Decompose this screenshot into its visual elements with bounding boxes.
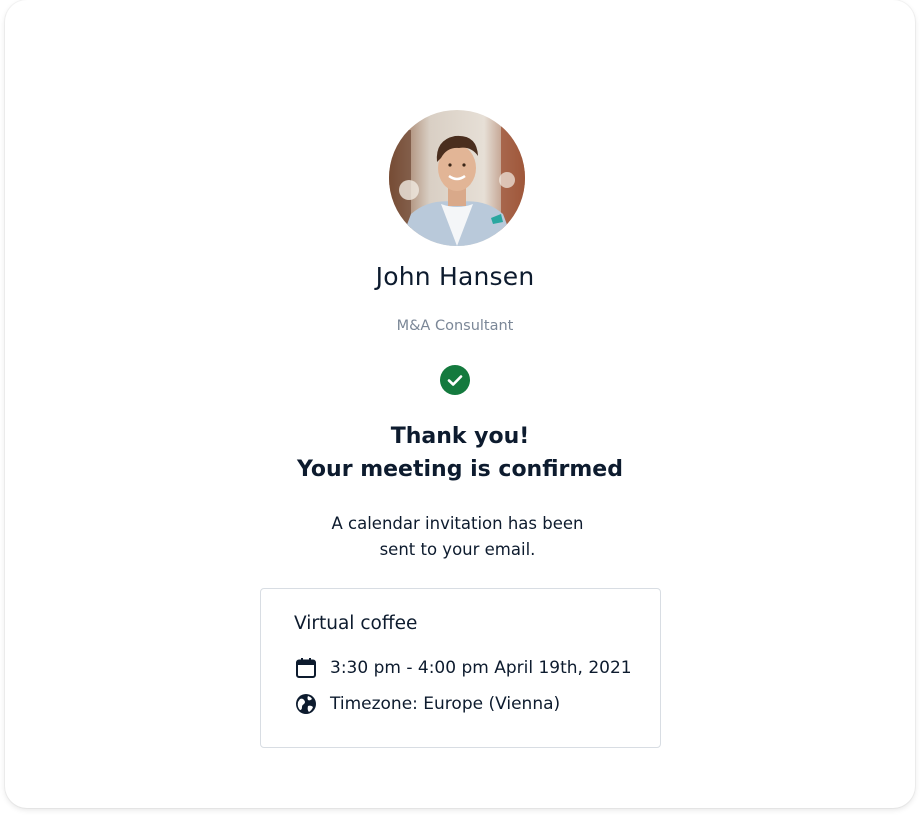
message-line-1: A calendar invitation has been [331,514,584,533]
confirmation-card: John Hansen M&A Consultant Thank you! Yo… [5,0,915,808]
heading-line-2: Your meeting is confirmed [297,457,623,482]
calendar-icon [294,656,318,680]
confirmation-message: A calendar invitation has been sent to y… [5,511,910,563]
avatar [389,110,525,246]
event-time-row: 3:30 pm - 4:00 pm April 19th, 2021 [294,655,632,681]
event-time: 3:30 pm - 4:00 pm April 19th, 2021 [330,658,632,678]
check-circle-icon [440,365,470,395]
host-name: John Hansen [375,262,535,291]
event-timezone: Timezone: Europe (Vienna) [330,694,561,714]
host-role: M&A Consultant [396,318,514,334]
message-line-2: sent to your email. [379,540,536,559]
globe-icon [294,692,318,716]
event-title: Virtual coffee [294,613,418,634]
heading-line-1: Thank you! [390,424,530,449]
event-timezone-row: Timezone: Europe (Vienna) [294,691,560,717]
confirmation-heading: Thank you! Your meeting is confirmed [5,420,915,486]
